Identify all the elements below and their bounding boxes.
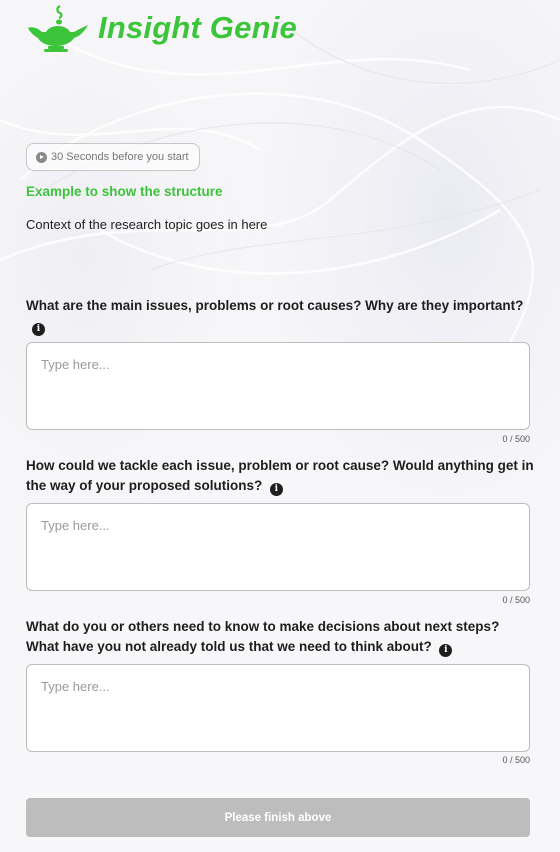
question-1-text: What are the main issues, problems or ro… xyxy=(26,298,524,313)
question-2-answer-input[interactable] xyxy=(26,503,530,591)
question-1-answer-input[interactable] xyxy=(26,342,530,430)
context-text: Context of the research topic goes in he… xyxy=(26,217,268,232)
question-3-text: What do you or others need to know to ma… xyxy=(26,619,500,654)
question-3-char-count: 0 / 500 xyxy=(502,755,530,765)
info-icon[interactable]: i xyxy=(439,644,453,657)
example-title: Example to show the structure xyxy=(26,184,223,199)
start-timer-badge: 30 Seconds before you start xyxy=(26,143,200,171)
question-1-char-count: 0 / 500 xyxy=(502,434,530,444)
question-2-char-count: 0 / 500 xyxy=(502,595,530,605)
timer-label: 30 Seconds before you start xyxy=(51,151,189,163)
question-3: What do you or others need to know to ma… xyxy=(26,617,534,657)
question-3-answer-input[interactable] xyxy=(26,664,530,752)
info-icon[interactable]: i xyxy=(32,323,45,336)
question-2: How could we tackle each issue, problem … xyxy=(26,456,534,496)
play-icon xyxy=(36,151,47,163)
genie-lamp-icon xyxy=(28,5,88,52)
info-icon[interactable]: i xyxy=(269,483,283,496)
question-1: What are the main issues, problems or ro… xyxy=(26,296,534,336)
app-title: Insight Genie xyxy=(98,10,297,45)
finish-button[interactable]: Please finish above xyxy=(26,798,530,837)
app-logo: Insight Genie xyxy=(24,0,297,56)
